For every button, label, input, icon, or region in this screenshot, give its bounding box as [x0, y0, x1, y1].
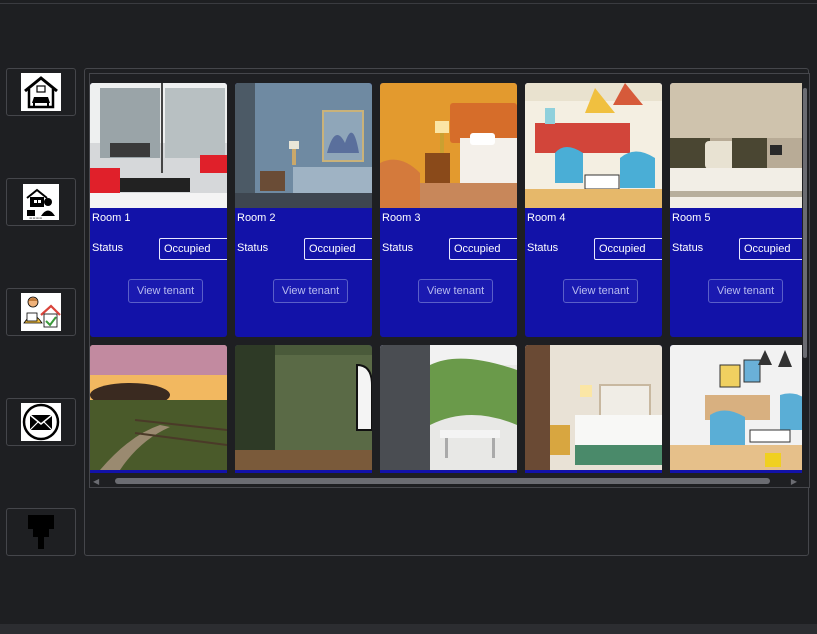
scroll-left-icon[interactable]: ◀ [93, 477, 99, 486]
tenant-house-icon [21, 293, 61, 331]
sidebar-landlord-button[interactable]: ==== [6, 178, 76, 226]
paint-brush-icon [21, 512, 61, 552]
room-label: Room 4 [527, 212, 566, 224]
landlord-icon: ==== [23, 184, 59, 220]
room-card [235, 345, 372, 473]
vertical-scroll-thumb[interactable] [803, 88, 807, 358]
room-4-photo [525, 83, 662, 208]
status-dropdown[interactable]: Occupied [739, 238, 802, 260]
room-card [525, 345, 662, 473]
svg-text:====: ==== [29, 215, 42, 220]
view-tenant-button[interactable]: View tenant [273, 279, 348, 303]
horizontal-scrollbar[interactable]: ◀ ▶ [90, 475, 800, 487]
room-card: Room 3 Status Occupied View tenant [380, 83, 517, 337]
horizontal-scroll-thumb[interactable] [115, 478, 770, 484]
room-1-photo [90, 83, 227, 208]
room-card: Room 2 Status Occupied View tenant [235, 83, 372, 337]
vertical-scrollbar[interactable] [801, 78, 809, 478]
room-card [90, 345, 227, 473]
view-tenant-button[interactable]: View tenant [128, 279, 203, 303]
card-stripe [90, 470, 227, 473]
room-8-photo [380, 345, 517, 470]
view-tenant-button[interactable]: View tenant [418, 279, 493, 303]
bottom-bar [0, 624, 817, 634]
sidebar-mail-button[interactable] [6, 398, 76, 446]
room-5-photo [670, 83, 802, 208]
room-label: Room 1 [92, 212, 131, 224]
room-10-photo [670, 345, 802, 470]
room-card: Room 1 Status Occupied View tenant [90, 83, 227, 337]
room-label: Room 3 [382, 212, 421, 224]
status-dropdown[interactable]: Occupied [594, 238, 662, 260]
status-label: Status [237, 242, 269, 254]
room-card: Room 4 Status Occupied View tenant [525, 83, 662, 337]
status-dropdown[interactable]: Occupied [304, 238, 372, 260]
room-label: Room 2 [237, 212, 276, 224]
room-9-photo [525, 345, 662, 470]
card-stripe [525, 470, 662, 473]
room-2-photo [235, 83, 372, 208]
sidebar-home-button[interactable] [6, 68, 76, 116]
room-3-photo [380, 83, 517, 208]
room-7-photo [235, 345, 372, 470]
status-label: Status [672, 242, 704, 254]
sidebar-tenant-button[interactable] [6, 288, 76, 336]
view-tenant-button[interactable]: View tenant [708, 279, 783, 303]
status-label: Status [92, 242, 124, 254]
scroll-right-icon[interactable]: ▶ [791, 477, 797, 486]
status-dropdown[interactable]: Occupied [159, 238, 227, 260]
status-dropdown[interactable]: Occupied [449, 238, 517, 260]
card-stripe [235, 470, 372, 473]
status-label: Status [527, 242, 559, 254]
status-label: Status [382, 242, 414, 254]
mail-icon [21, 403, 61, 441]
top-divider [0, 3, 817, 4]
view-tenant-button[interactable]: View tenant [563, 279, 638, 303]
room-card [380, 345, 517, 473]
room-card: Room 5 Status Occupied View tenant [670, 83, 802, 337]
card-stripe [670, 470, 802, 473]
room-6-photo [90, 345, 227, 470]
room-label: Room 5 [672, 212, 711, 224]
home-icon [21, 73, 61, 111]
card-stripe [380, 470, 517, 473]
rooms-grid: Room 1 Status Occupied View tenant Room … [90, 83, 802, 473]
rooms-scroll-area[interactable]: Room 1 Status Occupied View tenant Room … [89, 73, 810, 488]
sidebar-theme-button[interactable] [6, 508, 76, 556]
room-card [670, 345, 802, 473]
